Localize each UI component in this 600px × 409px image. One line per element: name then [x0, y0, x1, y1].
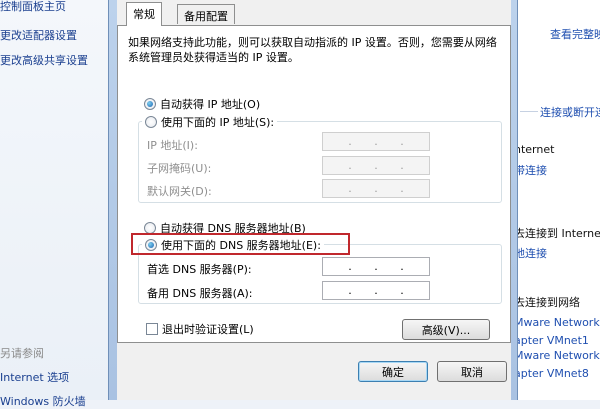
auto-ip-label: 自动获得 IP 地址(O): [160, 98, 261, 111]
connect-to-network-text: 去连接到网络: [514, 296, 580, 309]
network-center-right-pane: 查看完整映射 连接或断开连接 nternet 带连接 去连接到 Internet…: [510, 0, 600, 400]
manual-ip-radio-indicator: [145, 116, 157, 128]
validate-on-exit-label: 退出时验证设置(L): [162, 323, 254, 336]
local-connection-link[interactable]: 地连接: [514, 245, 547, 261]
auto-dns-radio-indicator: [144, 222, 156, 234]
tab-alternate-config-label: 备用配置: [184, 10, 228, 23]
ipv4-properties-dialog: 常规 备用配置 如果网络支持此功能，则可以获取自动指派的 IP 设置。否则，您需…: [108, 0, 518, 400]
auto-dns-label: 自动获得 DNS 服务器地址(B): [160, 222, 306, 235]
preferred-dns-label: 首选 DNS 服务器(P):: [147, 263, 252, 276]
auto-ip-radio-indicator: [144, 98, 156, 110]
control-panel-home-link[interactable]: 控制面板主页: [0, 0, 66, 14]
manual-dns-radio[interactable]: 使用下面的 DNS 服务器地址(E):: [142, 237, 324, 253]
advanced-button[interactable]: 高级(V)...: [402, 319, 490, 340]
general-tab-page: 如果网络支持此功能，则可以获取自动指派的 IP 设置。否则，您需要从网络系统管理…: [117, 25, 511, 343]
view-full-map-link[interactable]: 查看完整映射: [550, 26, 600, 42]
validate-on-exit-checkbox-box: [146, 323, 158, 335]
ok-button[interactable]: 确定: [358, 361, 428, 382]
separator-line: [520, 111, 538, 112]
auto-dns-radio[interactable]: 自动获得 DNS 服务器地址(B): [144, 220, 306, 236]
connect-to-internet-text: 去连接到 Internet: [514, 227, 600, 240]
tab-alternate-config[interactable]: 备用配置: [177, 4, 235, 24]
vmware-network-1-link[interactable]: Mware Network: [514, 316, 600, 329]
preferred-dns-input[interactable]: ...: [322, 257, 430, 276]
ip-address-label: IP 地址(I):: [147, 139, 198, 152]
vmnet8-adapter-link[interactable]: apter VMnet8: [514, 367, 589, 380]
tab-general[interactable]: 常规: [126, 2, 162, 26]
internet-access-text: nternet: [514, 143, 555, 156]
default-gateway-input[interactable]: ...: [322, 179, 430, 198]
dialog-description: 如果网络支持此功能，则可以获取自动指派的 IP 设置。否则，您需要从网络系统管理…: [128, 36, 497, 64]
manual-dns-radio-indicator: [145, 239, 157, 251]
change-adapter-settings-link[interactable]: 更改适配器设置: [0, 27, 77, 43]
see-also-heading: 另请参阅: [0, 347, 44, 360]
manual-ip-label: 使用下面的 IP 地址(S):: [161, 116, 275, 129]
auto-ip-radio[interactable]: 自动获得 IP 地址(O): [144, 96, 260, 112]
broadband-connection-link[interactable]: 带连接: [514, 162, 547, 178]
alternate-dns-input[interactable]: ...: [322, 281, 430, 300]
manual-dns-label: 使用下面的 DNS 服务器地址(E):: [161, 239, 321, 252]
internet-options-link[interactable]: Internet 选项: [0, 369, 69, 385]
windows-firewall-link[interactable]: Windows 防火墙: [0, 393, 86, 409]
manual-ip-radio[interactable]: 使用下面的 IP 地址(S):: [142, 114, 278, 130]
alternate-dns-label: 备用 DNS 服务器(A):: [147, 287, 253, 300]
validate-on-exit-checkbox[interactable]: 退出时验证设置(L): [146, 321, 254, 337]
tab-general-label: 常规: [133, 8, 155, 21]
subnet-mask-label: 子网掩码(U):: [147, 162, 212, 175]
connect-disconnect-link[interactable]: 连接或断开连接: [540, 104, 600, 120]
ip-address-input[interactable]: ...: [322, 132, 430, 151]
vmnet1-adapter-link[interactable]: apter VMnet1: [514, 334, 589, 347]
cancel-button[interactable]: 取消: [437, 361, 507, 382]
default-gateway-label: 默认网关(D):: [147, 185, 212, 198]
change-advanced-sharing-link[interactable]: 更改高级共享设置: [0, 52, 88, 68]
subnet-mask-input[interactable]: ...: [322, 156, 430, 175]
control-panel-left-pane: 控制面板主页 更改适配器设置 更改高级共享设置 另请参阅 Internet 选项…: [0, 0, 112, 408]
vmware-network-2-link[interactable]: Mware Network: [514, 349, 600, 362]
dialog-panel: 常规 备用配置 如果网络支持此功能，则可以获取自动指派的 IP 设置。否则，您需…: [117, 0, 511, 400]
